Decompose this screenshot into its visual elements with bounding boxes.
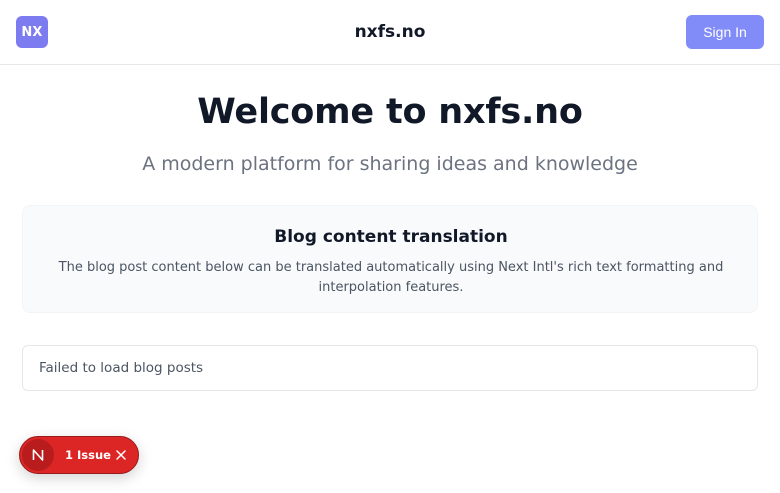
page-title: Welcome to nxfs.no [197,92,583,132]
blog-posts-error: Failed to load blog posts [22,345,758,391]
site-title[interactable]: nxfs.no [0,0,780,64]
site-header: NX nxfs.no Sign In [0,0,780,65]
nextjs-logo-glyph [32,449,44,461]
info-card-text: The blog post content below can be trans… [58,260,724,295]
dev-issues-indicator[interactable]: 1 Issue [19,436,139,474]
close-glyph [116,450,126,460]
sign-in-button[interactable]: Sign In [686,15,764,49]
info-card-title: Blog content translation [274,227,508,247]
close-icon[interactable] [112,446,130,464]
nextjs-logo-icon[interactable] [22,439,54,471]
error-message: Failed to load blog posts [39,360,204,376]
issue-count-label[interactable]: 1 Issue [65,437,111,473]
info-card: Blog content translation The blog post c… [22,205,758,313]
page-subtitle: A modern platform for sharing ideas and … [142,153,638,175]
